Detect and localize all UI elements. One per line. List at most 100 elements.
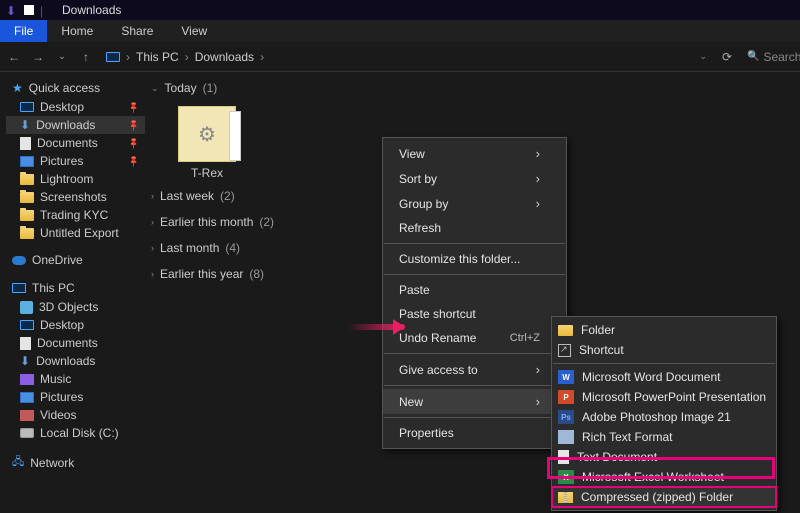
address-bar[interactable]: › This PC › Downloads › ⌄ (100, 46, 713, 68)
annotation-arrow (347, 324, 405, 330)
context-menu: View Sort by Group by Refresh Customize … (382, 137, 567, 449)
shortcut-icon (558, 344, 571, 357)
qat-icon[interactable] (24, 5, 34, 15)
sidebar-item-downloads-pc[interactable]: ⬇Downloads (6, 352, 145, 370)
new-ppt[interactable]: PMicrosoft PowerPoint Presentation (552, 387, 776, 407)
pc-icon (12, 283, 26, 293)
videos-icon (20, 410, 34, 421)
tab-home[interactable]: Home (47, 20, 107, 42)
sidebar-item-3d-objects[interactable]: 3D Objects (6, 298, 145, 316)
text-icon (558, 450, 569, 464)
cloud-icon (12, 256, 26, 265)
sidebar-item-untitled-export[interactable]: Untitled Export (6, 224, 145, 242)
sidebar-item-desktop-pc[interactable]: Desktop (6, 316, 145, 334)
refresh-button[interactable]: ⟳ (717, 47, 737, 67)
sidebar-item-documents-pc[interactable]: Documents (6, 334, 145, 352)
folder-name: T-Rex (167, 166, 247, 180)
network-icon: 🖧 (12, 453, 24, 472)
sidebar-item-desktop[interactable]: Desktop (6, 98, 145, 116)
new-txt[interactable]: Text Document (552, 447, 776, 467)
tab-view[interactable]: View (167, 20, 221, 42)
download-icon: ⬇ (20, 354, 30, 368)
pictures-icon (20, 392, 34, 403)
ctx-separator (384, 353, 565, 354)
folder-thumbnail: ⚙ (178, 106, 236, 162)
chevron-right-icon (151, 217, 154, 227)
group-today[interactable]: Today (1) (151, 78, 800, 98)
disk-icon (20, 428, 34, 438)
folder-item-trex[interactable]: ⚙ T-Rex (167, 106, 247, 180)
crumb-sep: › (126, 50, 130, 64)
ctx-separator (384, 385, 565, 386)
window-title: Downloads (62, 3, 121, 17)
sidebar-item-videos[interactable]: Videos (6, 406, 145, 424)
nav-sidebar: ★Quick access Desktop ⬇Downloads Documen… (0, 72, 145, 513)
ribbon-tabs: File Home Share View (0, 20, 800, 42)
back-button[interactable]: ← (4, 47, 24, 67)
sidebar-item-local-disk[interactable]: Local Disk (C:) (6, 424, 145, 442)
crumb-sep: › (260, 50, 264, 64)
ctx-group-by[interactable]: Group by (383, 191, 566, 216)
sidebar-item-lightroom[interactable]: Lightroom (6, 170, 145, 188)
sidebar-item-downloads[interactable]: ⬇Downloads (6, 116, 145, 134)
sidebar-item-pictures-pc[interactable]: Pictures (6, 388, 145, 406)
chevron-right-icon (151, 269, 154, 279)
sidebar-item-trading-kyc[interactable]: Trading KYC (6, 206, 145, 224)
ctx-separator (384, 417, 565, 418)
word-icon: W (558, 370, 574, 384)
crumb-current[interactable]: Downloads (195, 50, 254, 64)
desktop-icon (20, 320, 34, 330)
ctx-give-access[interactable]: Give access to (383, 357, 566, 382)
new-word-doc[interactable]: WMicrosoft Word Document (552, 367, 776, 387)
crumb-root[interactable]: This PC (136, 50, 179, 64)
sidebar-item-music[interactable]: Music (6, 370, 145, 388)
search-box[interactable]: 🔍 Search (741, 46, 796, 68)
crumb-sep: › (185, 50, 189, 64)
ctx-separator (384, 274, 565, 275)
pc-icon (106, 52, 120, 62)
forward-button[interactable]: → (28, 47, 48, 67)
new-excel[interactable]: XMicrosoft Excel Worksheet (552, 467, 776, 487)
new-zip-folder[interactable]: Compressed (zipped) Folder (552, 487, 776, 507)
music-icon (20, 374, 34, 385)
nav-row: ← → ⌄ ↑ › This PC › Downloads › ⌄ ⟳ 🔍 Se… (0, 42, 800, 72)
folder-icon (20, 210, 34, 221)
ctx-properties[interactable]: Properties (383, 421, 566, 445)
new-rtf[interactable]: Rich Text Format (552, 427, 776, 447)
recent-dropdown[interactable]: ⌄ (52, 47, 72, 67)
ctx-new[interactable]: New (383, 389, 566, 414)
tab-share[interactable]: Share (107, 20, 167, 42)
photoshop-icon: Ps (558, 410, 574, 424)
ctx-separator (553, 363, 775, 364)
new-submenu: Folder Shortcut WMicrosoft Word Document… (551, 316, 777, 511)
sidebar-item-documents[interactable]: Documents (6, 134, 145, 152)
this-pc-header[interactable]: This PC (6, 278, 145, 298)
chevron-down-icon (151, 83, 159, 94)
up-button[interactable]: ↑ (76, 47, 96, 67)
powerpoint-icon: P (558, 390, 574, 404)
network-header[interactable]: 🖧Network (6, 450, 145, 475)
tab-file[interactable]: File (0, 20, 47, 42)
new-shortcut[interactable]: Shortcut (552, 340, 776, 360)
sidebar-item-screenshots[interactable]: Screenshots (6, 188, 145, 206)
title-bar: ⬇ | Downloads (0, 0, 800, 20)
3d-objects-icon (20, 301, 33, 314)
ctx-paste[interactable]: Paste (383, 278, 566, 302)
chevron-right-icon (151, 243, 154, 253)
pictures-icon (20, 156, 34, 167)
document-icon (20, 337, 31, 350)
sidebar-item-pictures[interactable]: Pictures (6, 152, 145, 170)
new-photoshop[interactable]: PsAdobe Photoshop Image 21 (552, 407, 776, 427)
address-dropdown-icon[interactable]: ⌄ (699, 51, 707, 62)
chevron-right-icon (151, 191, 154, 201)
ctx-view[interactable]: View (383, 141, 566, 166)
qat-sep: | (40, 4, 52, 16)
ctx-customize[interactable]: Customize this folder... (383, 247, 566, 271)
ctx-sort-by[interactable]: Sort by (383, 166, 566, 191)
quick-access-header[interactable]: ★Quick access (6, 78, 145, 98)
ctx-separator (384, 243, 565, 244)
onedrive-header[interactable]: OneDrive (6, 250, 145, 270)
new-folder[interactable]: Folder (552, 320, 776, 340)
ctx-refresh[interactable]: Refresh (383, 216, 566, 240)
zip-icon (558, 492, 573, 503)
